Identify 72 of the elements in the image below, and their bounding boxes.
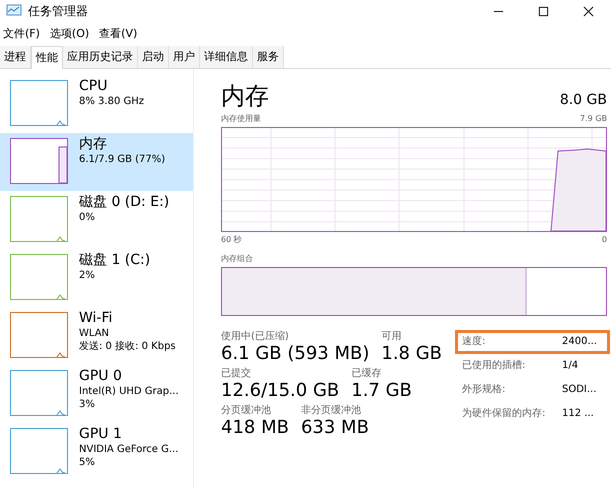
detail-label: 外形规格: <box>462 383 506 397</box>
detail-value: 112 ... <box>562 407 594 421</box>
device-info: 5% <box>79 456 96 469</box>
stat-value: 1.7 GB <box>351 380 412 402</box>
device-name: GPU 1 <box>79 426 123 443</box>
tab[interactable]: 用户 <box>169 46 200 68</box>
device-name: Wi-Fi <box>79 310 114 327</box>
device-name: 磁盘 0 (D: E:) <box>79 194 170 211</box>
sidebar-item[interactable]: 磁盘 0 (D: E:) 0% <box>0 191 193 249</box>
sidebar-item[interactable]: GPU 1 NVIDIA GeForce G... 5% <box>0 423 193 481</box>
sidebar-item[interactable]: Wi-Fi WLAN 发送: 0 接收: 0 Kbps <box>0 307 193 365</box>
thumbnail-graph <box>10 196 68 242</box>
axis-label: 60 秒 <box>221 234 242 246</box>
app-icon <box>6 4 22 18</box>
menu-item[interactable]: 查看(V) <box>99 26 138 40</box>
stat-value: 633 MB <box>300 417 369 439</box>
stat-label: 已缓存 <box>351 367 382 380</box>
tab[interactable]: 详细信息 <box>200 46 253 68</box>
device-info: 2% <box>79 269 96 282</box>
sidebar-item[interactable]: 磁盘 1 (C:) 2% <box>0 249 193 307</box>
device-info: 8% 3.80 GHz <box>79 95 144 108</box>
device-name: GPU 0 <box>79 368 123 385</box>
menu-item[interactable]: 文件(F) <box>3 26 40 40</box>
detail-value: SODI... <box>562 383 596 397</box>
tab[interactable]: 启动 <box>138 46 169 68</box>
tab[interactable]: 服务 <box>253 46 284 68</box>
stat-label: 使用中(已压缩) <box>221 330 290 343</box>
device-info: WLAN <box>79 327 110 340</box>
graph-label: 内存使用量 <box>221 113 261 125</box>
stat-value: 1.8 GB <box>381 343 442 365</box>
tab[interactable]: 进程 <box>0 46 31 68</box>
sidebar-item[interactable]: GPU 0 Intel(R) UHD Grap... 3% <box>0 365 193 423</box>
thumbnail-graph <box>10 254 68 300</box>
menu-item[interactable]: 选项(O) <box>50 26 90 40</box>
graph-max: 7.9 GB <box>580 113 607 125</box>
tab[interactable]: 应用历史记录 <box>63 46 138 68</box>
device-info: 3% <box>79 398 96 411</box>
stat-value: 12.6/15.0 GB <box>221 380 340 402</box>
stat-label: 可用 <box>381 330 402 343</box>
axis-label: 0 <box>602 234 607 246</box>
tab[interactable]: 性能 <box>31 46 63 69</box>
detail-label: 已使用的插槽: <box>462 359 526 373</box>
stat-value: 418 MB <box>221 417 289 439</box>
total-memory: 8.0 GB <box>560 92 607 108</box>
detail-label: 速度: <box>462 335 486 349</box>
stat-label: 分页缓冲池 <box>221 404 272 417</box>
device-name: 内存 <box>79 136 108 153</box>
sidebar-item[interactable]: CPU 8% 3.80 GHz <box>0 75 193 133</box>
sidebar-item[interactable]: 内存 6.1/7.9 GB (77%) <box>0 133 193 191</box>
thumbnail-graph <box>10 428 68 474</box>
stat-value: 6.1 GB (593 MB) <box>221 343 370 365</box>
panel-title: 内存 <box>221 81 269 111</box>
device-name: 磁盘 1 (C:) <box>79 252 150 269</box>
close-icon[interactable] <box>583 6 594 16</box>
detail-value: 1/4 <box>562 359 578 373</box>
thumbnail-graph <box>10 138 68 184</box>
thumbnail-graph <box>10 80 68 126</box>
stat-label: 非分页缓冲池 <box>300 404 362 417</box>
window-title: 任务管理器 <box>28 2 88 20</box>
device-info: Intel(R) UHD Grap... <box>79 385 179 398</box>
thumbnail-graph <box>10 370 68 416</box>
composition-label: 内存组合 <box>221 253 254 265</box>
device-info: 发送: 0 接收: 0 Kbps <box>79 340 176 353</box>
detail-value: 2400... <box>562 335 597 349</box>
thumbnail-graph <box>10 312 68 358</box>
device-info: NVIDIA GeForce G... <box>79 443 178 456</box>
detail-label: 为硬件保留的内存: <box>462 407 546 421</box>
device-info: 0% <box>79 211 96 224</box>
device-info: 6.1/7.9 GB (77%) <box>79 153 166 166</box>
stat-label: 已提交 <box>221 367 252 380</box>
maximize-icon[interactable] <box>538 6 549 16</box>
device-name: CPU <box>79 78 108 95</box>
